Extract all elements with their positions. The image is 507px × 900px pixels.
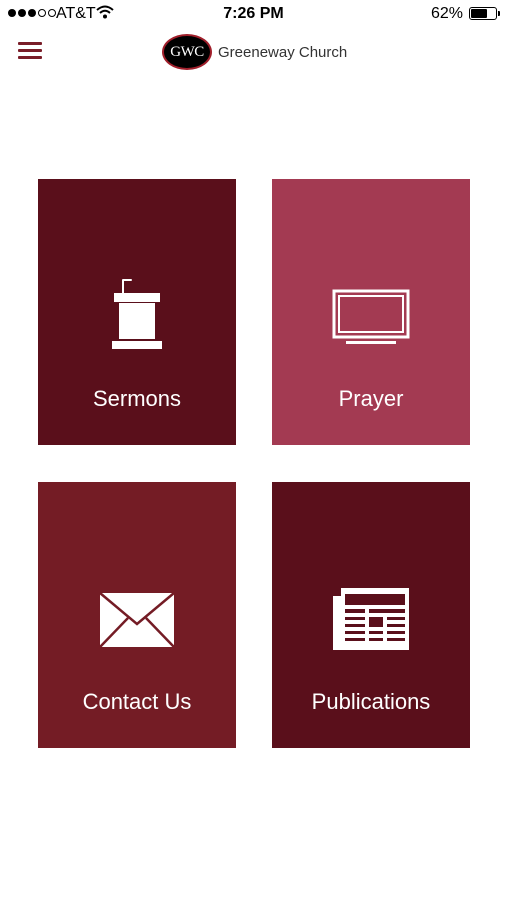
contact-us-tile[interactable]: Contact Us bbox=[38, 482, 236, 748]
sermons-tile[interactable]: Sermons bbox=[38, 179, 236, 445]
tile-label: Sermons bbox=[92, 386, 182, 411]
app-title: Greeneway Church bbox=[218, 44, 348, 61]
envelope-icon bbox=[99, 592, 175, 648]
prayer-tile[interactable]: Prayer bbox=[272, 179, 470, 445]
status-bar: AT&T 7:26 PM 62% bbox=[0, 0, 507, 28]
battery-icon bbox=[469, 7, 500, 20]
newspaper-icon bbox=[333, 588, 409, 650]
tile-label: Prayer bbox=[338, 386, 404, 411]
hamburger-menu-icon[interactable] bbox=[18, 42, 42, 62]
publications-tile[interactable]: Publications bbox=[272, 482, 470, 748]
podium-icon bbox=[112, 279, 162, 349]
app-header: GWC Greeneway Church bbox=[0, 28, 507, 78]
tile-label: Contact Us bbox=[82, 689, 192, 714]
battery-percent: 62% bbox=[430, 5, 463, 22]
church-logo: GWC bbox=[162, 34, 212, 70]
logo-text: GWC bbox=[170, 43, 204, 60]
monitor-icon bbox=[332, 289, 410, 344]
tile-label: Publications bbox=[311, 689, 431, 714]
